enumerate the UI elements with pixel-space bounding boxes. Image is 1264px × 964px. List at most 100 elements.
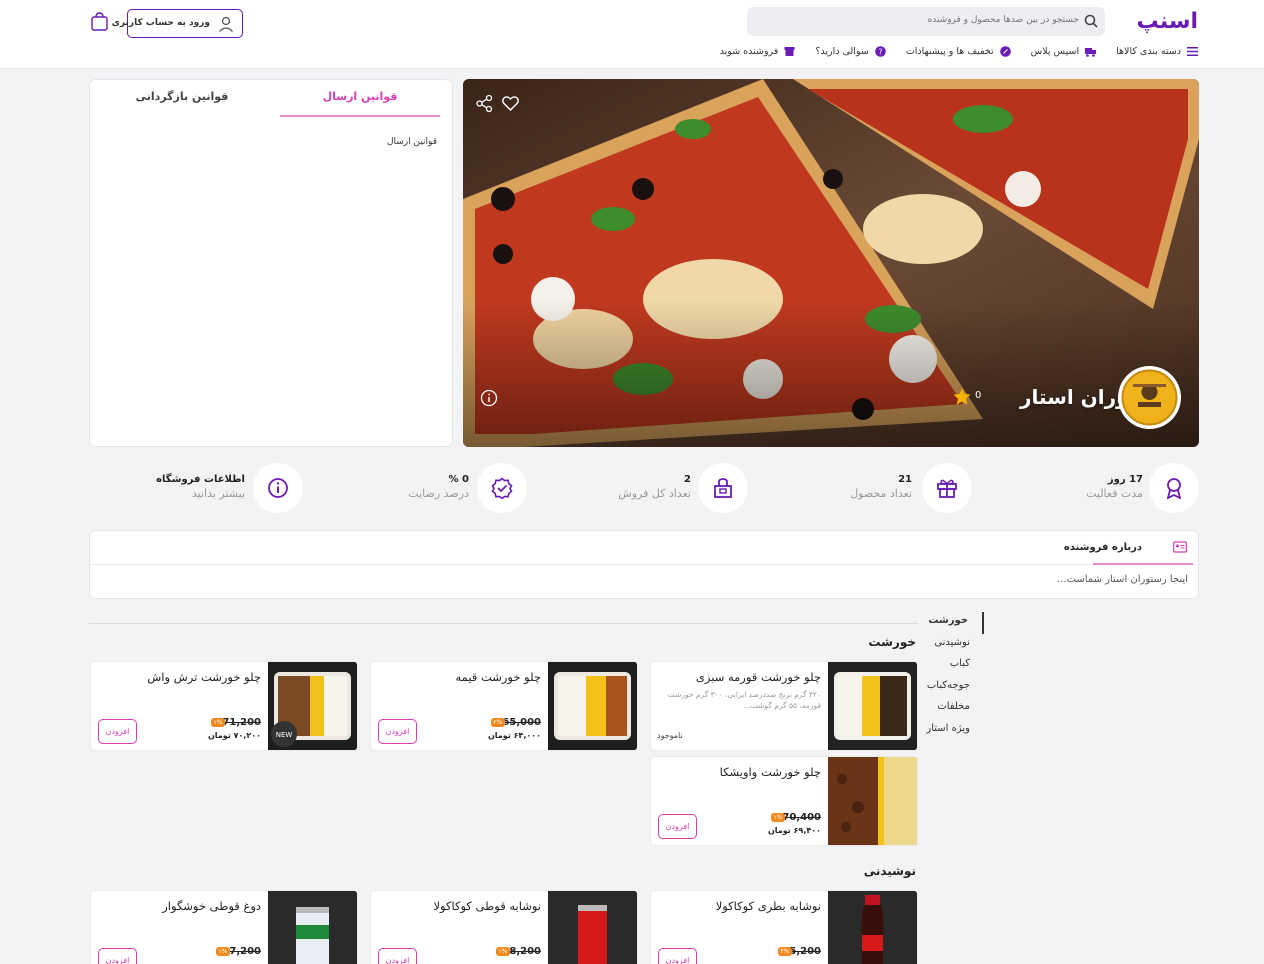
product-image <box>548 891 637 964</box>
product-image <box>828 757 917 845</box>
search-placeholder: جستجو در بین صدها محصول و فروشنده <box>927 15 1080 25</box>
about-title: درباره فروشنده <box>1063 542 1142 553</box>
search-icon[interactable] <box>1083 13 1099 29</box>
verified-icon <box>491 477 513 499</box>
old-price: 65,000 <box>502 717 541 728</box>
tab-return-rules[interactable]: قوانین بازگردانی <box>102 90 262 115</box>
nav-categories[interactable]: دسته بندی کالاها <box>1116 46 1198 57</box>
svg-text:NEW: NEW <box>276 731 293 739</box>
share-icon[interactable] <box>475 94 494 113</box>
discount-badge: ۱% <box>496 947 510 956</box>
old-price: 5,200 <box>789 946 821 957</box>
out-of-stock-label: ناموجود <box>657 731 683 740</box>
product-card[interactable]: نوشابه قوطی کوکاکولا 8,200 ۱% افزودن <box>370 890 638 964</box>
product-name: دوغ قوطی خوشگوار <box>162 899 261 913</box>
stat-products: 21 تعداد محصول <box>820 463 975 513</box>
add-to-cart-button[interactable]: افزودن <box>98 948 137 964</box>
section-title-stew: خورشت <box>868 635 916 649</box>
star-icon <box>953 388 971 405</box>
info-icon[interactable] <box>480 389 498 407</box>
discount-badge: ۴% <box>778 947 792 956</box>
stat-label: مدت فعالیت <box>1086 487 1143 500</box>
product-image <box>548 662 637 750</box>
add-to-cart-button[interactable]: افزودن <box>378 948 417 964</box>
search-input[interactable]: جستجو در بین صدها محصول و فروشنده <box>747 7 1105 36</box>
add-to-cart-button[interactable]: افزودن <box>98 719 137 744</box>
stat-activity: 17 روز مدت فعالیت <box>1040 463 1199 513</box>
add-to-cart-button[interactable]: افزودن <box>658 948 697 964</box>
product-name: چلو خورشت واویشکا <box>719 765 821 779</box>
cart-icon[interactable] <box>89 11 110 32</box>
add-to-cart-button[interactable]: افزودن <box>378 719 417 744</box>
stat-value: 0 % <box>448 474 469 485</box>
discount-badge: ۱% <box>211 718 225 727</box>
product-image <box>828 662 917 750</box>
site-logo[interactable]: اسنپ <box>1137 9 1198 34</box>
product-name: نوشابه بطری کوکاکولا <box>715 899 821 913</box>
nav-label: فروشنده شوید <box>719 46 779 57</box>
product-image <box>828 891 917 964</box>
truck-icon <box>1085 48 1097 57</box>
shop-rating: 0 <box>975 390 982 401</box>
stat-label: بیشتر بدانید <box>191 487 245 500</box>
stat-satisfaction: 0 % درصد رضایت <box>400 463 527 513</box>
section-title-drinks: نوشیدنی <box>863 864 916 878</box>
user-icon <box>219 16 233 32</box>
stat-sales: 2 تعداد کل فروش <box>600 463 751 513</box>
category-item-stew[interactable]: خورشت <box>924 612 984 634</box>
category-item-drinks[interactable]: نوشیدنی <box>924 634 984 656</box>
nav-label: اسپس پلاس <box>1030 46 1080 57</box>
nav-label: سوالی دارید؟ <box>815 46 869 57</box>
stat-icon-circle <box>698 463 748 513</box>
product-name: چلو خورشت قیمه <box>455 670 541 684</box>
nav-offers[interactable]: تخفیف ها و پیشنهادات <box>906 46 1011 57</box>
nav-plus[interactable]: اسپس پلاس <box>1031 46 1097 57</box>
product-card[interactable]: NEW چلو خورشت ترش واش 71,200 ۱% ۷۰,۲۰۰ ت… <box>90 661 358 751</box>
svg-text:?: ? <box>878 47 882 56</box>
about-text: اینجا رستوران استار شماست... <box>1057 574 1188 585</box>
discount-badge: ۲% <box>491 718 505 727</box>
product-image <box>268 891 357 964</box>
menu-icon <box>1187 47 1198 56</box>
store-icon <box>784 47 795 56</box>
stat-icon-circle <box>477 463 527 513</box>
category-item-star-special[interactable]: ویژه استار <box>924 720 984 742</box>
login-button[interactable]: ورود به حساب کاربری <box>112 9 243 38</box>
tab-shipping-rules[interactable]: قوانین ارسال <box>280 90 440 117</box>
shopping-bag-icon <box>714 478 732 498</box>
product-card[interactable]: چلو خورشت قیمه 65,000 ۲% ۶۴,۰۰۰ تومان اف… <box>370 661 638 751</box>
restaurant-logo-icon <box>1121 369 1178 426</box>
category-item-chicken-kebab[interactable]: جوجه‌کباب <box>924 677 984 699</box>
stat-value: 2 <box>684 474 691 485</box>
stat-icon-circle[interactable] <box>253 463 303 513</box>
gift-box-icon <box>937 479 957 498</box>
product-card[interactable]: دوغ قوطی خوشگوار 7,200 ۱% افزودن <box>90 890 358 964</box>
nav-faq[interactable]: ? سوالی دارید؟ <box>815 46 886 57</box>
site-header: اسنپ جستجو در بین صدها محصول و فروشنده و… <box>0 0 1264 69</box>
stat-shop-info[interactable]: اطلاعات فروشگاه بیشتر بدانید <box>156 463 303 513</box>
old-price: 71,200 <box>222 717 261 728</box>
info-circle-icon <box>268 478 288 498</box>
product-card[interactable]: چلو خورشت قورمه سبزی ۳۲۰ گرم برنج صددرصد… <box>650 661 918 751</box>
id-card-icon <box>1173 541 1187 553</box>
shop-logo <box>1118 366 1181 429</box>
stat-label: تعداد محصول <box>850 487 912 500</box>
product-card[interactable]: نوشابه بطری کوکاکولا 5,200 ۴% افزودن <box>650 890 918 964</box>
category-item-sides[interactable]: مخلفات <box>924 698 984 720</box>
nav-become-seller[interactable]: فروشنده شوید <box>720 46 796 57</box>
stat-value: اطلاعات فروشگاه <box>156 474 245 485</box>
login-label: ورود به حساب کاربری <box>111 18 210 28</box>
product-name: چلو خورشت قورمه سبزی <box>695 670 821 684</box>
heart-icon[interactable] <box>501 94 520 113</box>
final-price: ۷۰,۲۰۰ تومان <box>207 731 261 740</box>
add-to-cart-button[interactable]: افزودن <box>658 814 697 839</box>
old-price: 8,200 <box>509 946 541 957</box>
product-description: ۳۲۰ گرم برنج صددرصد ایرانی، ۳۰۰ گرم خورش… <box>667 690 821 710</box>
question-icon: ? <box>875 46 886 57</box>
rules-panel: قوانین ارسال قوانین بازگردانی قوانین ارس… <box>89 79 453 447</box>
product-card[interactable]: چلو خورشت واویشکا 70,400 ۱% ۶۹,۴۰۰ تومان… <box>650 756 918 846</box>
category-item-kebab[interactable]: کباب <box>924 655 984 677</box>
divider <box>90 564 1198 565</box>
main-nav: دسته بندی کالاها اسپس پلاس تخفیف ها و پی… <box>720 46 1198 57</box>
product-name: چلو خورشت ترش واش <box>147 670 261 684</box>
